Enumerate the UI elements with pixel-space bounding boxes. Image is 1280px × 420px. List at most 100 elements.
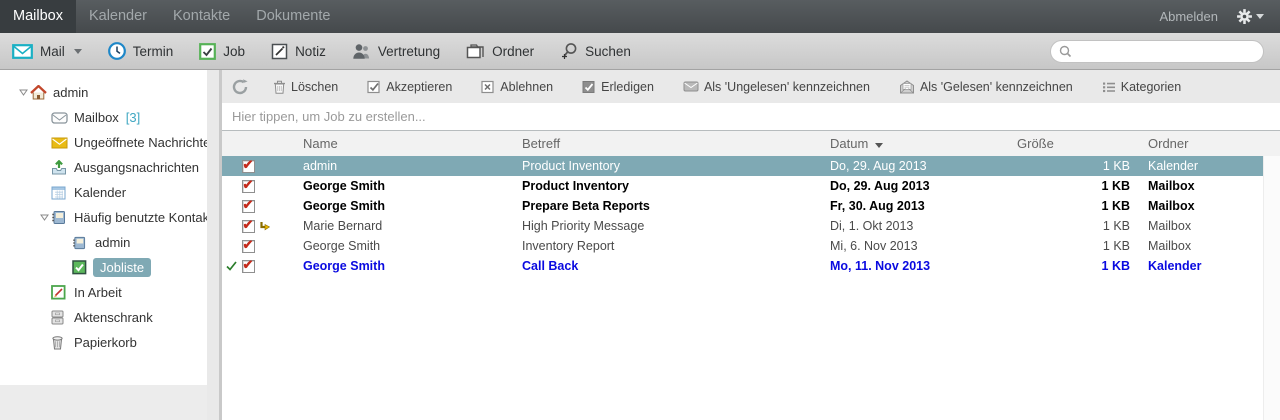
chevron-down-icon: [1256, 14, 1264, 19]
search-plus-icon: [560, 42, 578, 60]
column-header-ordner[interactable]: Ordner: [1130, 136, 1280, 151]
gear-icon: [1236, 8, 1253, 25]
cell-folder: Mailbox: [1130, 219, 1263, 233]
sidebar-item-kalender[interactable]: Kalender: [0, 180, 207, 205]
mark-read-button[interactable]: Als 'Gelesen' kennzeichnen: [899, 80, 1073, 94]
cell-folder: Kalender: [1130, 259, 1263, 273]
sidebar-item-aktenschrank[interactable]: Aktenschrank: [0, 305, 207, 330]
new-job-label: Job: [223, 44, 245, 59]
table-row[interactable]: Marie Bernard High Priority Message Di, …: [222, 216, 1263, 236]
logout-link[interactable]: Abmelden: [1159, 9, 1218, 24]
search-button[interactable]: Suchen: [560, 42, 631, 60]
cell-subject: Prepare Beta Reports: [522, 199, 830, 213]
top-nav-bar: Mailbox Kalender Kontakte Dokumente Abme…: [0, 0, 1280, 33]
action-toolbar: Löschen Akzeptieren Ablehnen Erledigen A…: [222, 70, 1280, 103]
task-checkbox-icon[interactable]: [242, 220, 255, 233]
create-toolbar: Mail Termin Job Notiz Vertretung Ordner: [0, 33, 1280, 70]
decline-button[interactable]: Ablehnen: [481, 80, 553, 94]
file-cabinet-icon: [51, 310, 71, 325]
sidebar-item-label: Mailbox: [74, 110, 119, 125]
tab-kalender[interactable]: Kalender: [76, 0, 160, 33]
tree-expand-icon[interactable]: [37, 214, 51, 221]
global-search-box[interactable]: [1050, 40, 1264, 63]
global-search-input[interactable]: [1077, 44, 1255, 58]
tab-dokumente[interactable]: Dokumente: [243, 0, 343, 33]
tree-expand-icon[interactable]: [16, 89, 30, 96]
clock-icon: [108, 42, 126, 60]
sidebar-item-papierkorb[interactable]: Papierkorb: [0, 330, 207, 355]
sidebar-item-admin-contacts[interactable]: admin: [0, 230, 207, 255]
list-scrollbar[interactable]: [1263, 156, 1280, 420]
cell-name: George Smith: [303, 199, 522, 213]
new-job-button[interactable]: Job: [199, 43, 245, 60]
cell-subject: High Priority Message: [522, 219, 830, 233]
job-list: admin Product Inventory Do, 29. Aug 2013…: [222, 156, 1280, 420]
sidebar-item-ausgang[interactable]: Ausgangsnachrichten: [0, 155, 207, 180]
cell-date: Do, 29. Aug 2013: [830, 159, 1017, 173]
sidebar-item-in-arbeit[interactable]: In Arbeit: [0, 280, 207, 305]
address-book-icon: [72, 236, 92, 250]
table-row[interactable]: admin Product Inventory Do, 29. Aug 2013…: [222, 156, 1263, 176]
cell-folder: Mailbox: [1130, 199, 1263, 213]
sidebar-item-label-selected: Jobliste: [93, 258, 151, 277]
new-notiz-label: Notiz: [295, 44, 326, 59]
folder-tree: admin Mailbox [3] Ungeöffnete Nachrichte…: [0, 70, 207, 385]
quick-add-job-input[interactable]: [222, 109, 1280, 124]
tab-kontakte[interactable]: Kontakte: [160, 0, 243, 33]
table-row[interactable]: George Smith Call Back Mo, 11. Nov 2013 …: [222, 256, 1263, 276]
trash-icon: [51, 335, 71, 350]
column-header-betreff[interactable]: Betreff: [522, 136, 830, 151]
cell-name: George Smith: [303, 239, 522, 253]
tab-mailbox[interactable]: Mailbox: [0, 0, 76, 33]
cell-folder: Mailbox: [1130, 239, 1263, 253]
chevron-down-icon[interactable]: [74, 49, 82, 54]
delete-button[interactable]: Löschen: [273, 80, 338, 94]
envelope-closed-icon: [683, 81, 699, 92]
new-termin-button[interactable]: Termin: [108, 42, 174, 60]
task-checkbox-icon[interactable]: [242, 180, 255, 193]
task-checkbox-icon[interactable]: [242, 240, 255, 253]
task-checkbox-icon[interactable]: [242, 200, 255, 213]
new-vertretung-button[interactable]: Vertretung: [352, 43, 440, 60]
column-header-name[interactable]: Name: [303, 136, 522, 151]
trash-icon: [273, 80, 286, 94]
address-book-icon: [51, 210, 71, 225]
new-ordner-label: Ordner: [492, 44, 534, 59]
unread-count-badge: [3]: [126, 110, 140, 125]
table-row[interactable]: George Smith Prepare Beta Reports Fr, 30…: [222, 196, 1263, 216]
new-notiz-button[interactable]: Notiz: [271, 43, 326, 60]
sidebar-scrollbar[interactable]: [207, 70, 219, 420]
column-header-groesse[interactable]: Größe: [1017, 136, 1130, 151]
sidebar-item-jobliste[interactable]: Jobliste: [0, 255, 207, 280]
task-checkbox-icon[interactable]: [242, 160, 255, 173]
sidebar-item-label: admin: [95, 235, 130, 250]
cell-subject: Product Inventory: [522, 159, 830, 173]
accept-button[interactable]: Akzeptieren: [367, 80, 452, 94]
task-checkbox-icon[interactable]: [242, 260, 255, 273]
person-icon: [352, 43, 371, 60]
column-header-datum[interactable]: Datum: [830, 136, 1017, 151]
cell-date: Do, 29. Aug 2013: [830, 179, 1017, 193]
complete-button[interactable]: Erledigen: [582, 80, 654, 94]
refresh-icon: [231, 78, 249, 96]
new-mail-button[interactable]: Mail: [12, 44, 82, 59]
settings-menu-button[interactable]: [1236, 8, 1264, 25]
cell-size: 1 KB: [1017, 159, 1130, 173]
list-icon: [1102, 81, 1116, 93]
sidebar-item-label: Aktenschrank: [74, 310, 153, 325]
mark-unread-button[interactable]: Als 'Ungelesen' kennzeichnen: [683, 80, 870, 94]
cell-date: Mi, 6. Nov 2013: [830, 239, 1017, 253]
table-row[interactable]: George Smith Product Inventory Do, 29. A…: [222, 176, 1263, 196]
table-row[interactable]: George Smith Inventory Report Mi, 6. Nov…: [222, 236, 1263, 256]
folder-icon: [466, 43, 485, 59]
sidebar-item-admin-root[interactable]: admin: [0, 80, 207, 105]
sidebar-item-mailbox[interactable]: Mailbox [3]: [0, 105, 207, 130]
categories-button[interactable]: Kategorien: [1102, 80, 1181, 94]
sidebar-item-kontakte-haeufig[interactable]: Häufig benutzte Kontak: [0, 205, 207, 230]
new-mail-label: Mail: [40, 44, 65, 59]
refresh-button[interactable]: [231, 78, 249, 96]
new-ordner-button[interactable]: Ordner: [466, 43, 534, 59]
sidebar-item-ungeoeffnete[interactable]: Ungeöffnete Nachrichte: [0, 130, 207, 155]
cell-size: 1 KB: [1017, 219, 1130, 233]
sidebar-item-label: Häufig benutzte Kontak: [74, 210, 207, 225]
